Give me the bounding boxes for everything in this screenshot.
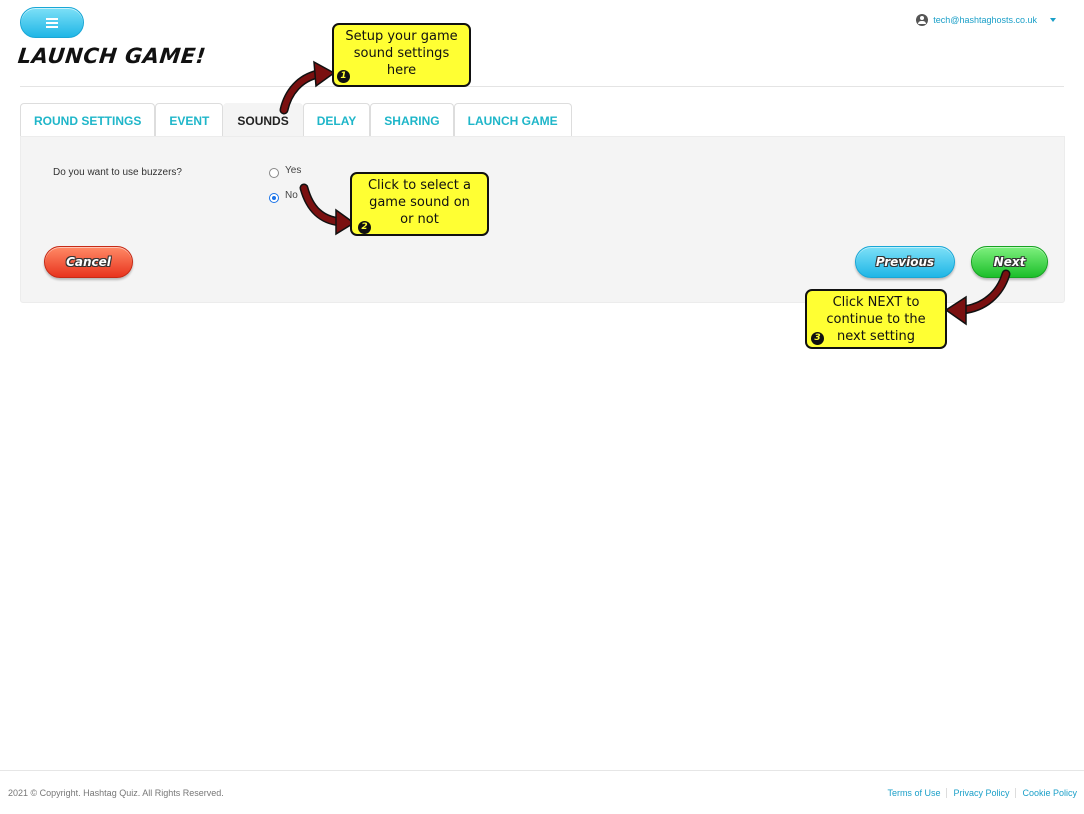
callout-3-line-2: continue to the <box>826 312 926 327</box>
callout-3-line-3: next setting <box>837 329 915 344</box>
callout-1-line-3: here <box>386 63 417 78</box>
callout-1: Setup your game sound settings here 1 <box>332 23 471 87</box>
page-title: LAUNCH GAME! <box>16 44 208 68</box>
tab-round-settings[interactable]: ROUND SETTINGS <box>20 103 156 137</box>
callout-2-line-2: game sound on <box>369 195 470 210</box>
tab-sharing[interactable]: SHARING <box>370 103 454 137</box>
callout-2: Click to select a game sound on or not 2 <box>350 172 489 236</box>
tab-event[interactable]: EVENT <box>155 103 224 137</box>
copyright-text: 2021 © Copyright. Hashtag Quiz. All Righ… <box>8 788 224 798</box>
radio-no[interactable] <box>269 193 279 203</box>
header-divider <box>20 86 1064 87</box>
cookie-policy-link[interactable]: Cookie Policy <box>1015 788 1077 798</box>
tab-launch-game[interactable]: LAUNCH GAME <box>453 103 572 137</box>
callout-2-number: 2 <box>358 221 371 234</box>
callout-1-line-2: sound settings <box>353 46 450 61</box>
terms-of-use-link[interactable]: Terms of Use <box>881 788 946 798</box>
radio-no-label: No <box>285 189 298 201</box>
callout-1-number: 1 <box>337 70 350 83</box>
menu-button[interactable] <box>20 7 84 38</box>
hamburger-icon <box>46 17 58 28</box>
callout-2-line-1: Click to select a <box>367 178 472 193</box>
user-menu[interactable]: tech@hashtaghosts.co.uk <box>916 14 1056 26</box>
buzzer-option-no[interactable]: No <box>269 189 298 203</box>
callout-2-line-3: or not <box>400 212 439 227</box>
footer-divider <box>0 770 1084 771</box>
callout-1-line-1: Setup your game <box>345 29 458 44</box>
radio-yes[interactable] <box>269 168 279 178</box>
callout-3-line-1: Click NEXT to <box>832 295 920 310</box>
buzzer-option-yes[interactable]: Yes <box>269 164 302 178</box>
callout-3-number: 3 <box>811 332 824 345</box>
callout-arrow-1 <box>279 60 336 115</box>
previous-button[interactable]: Previous <box>855 246 955 278</box>
privacy-policy-link[interactable]: Privacy Policy <box>946 788 1015 798</box>
buzzer-question: Do you want to use buzzers? <box>53 167 182 178</box>
callout-arrow-3 <box>944 269 1011 326</box>
cancel-button[interactable]: Cancel <box>44 246 133 278</box>
radio-yes-label: Yes <box>285 164 302 176</box>
caret-down-icon <box>1050 18 1056 22</box>
user-email: tech@hashtaghosts.co.uk <box>933 15 1037 25</box>
footer-links: Terms of Use Privacy Policy Cookie Polic… <box>881 788 1077 798</box>
user-circle-icon <box>916 14 929 26</box>
callout-3: Click NEXT to continue to the next setti… <box>805 289 947 349</box>
